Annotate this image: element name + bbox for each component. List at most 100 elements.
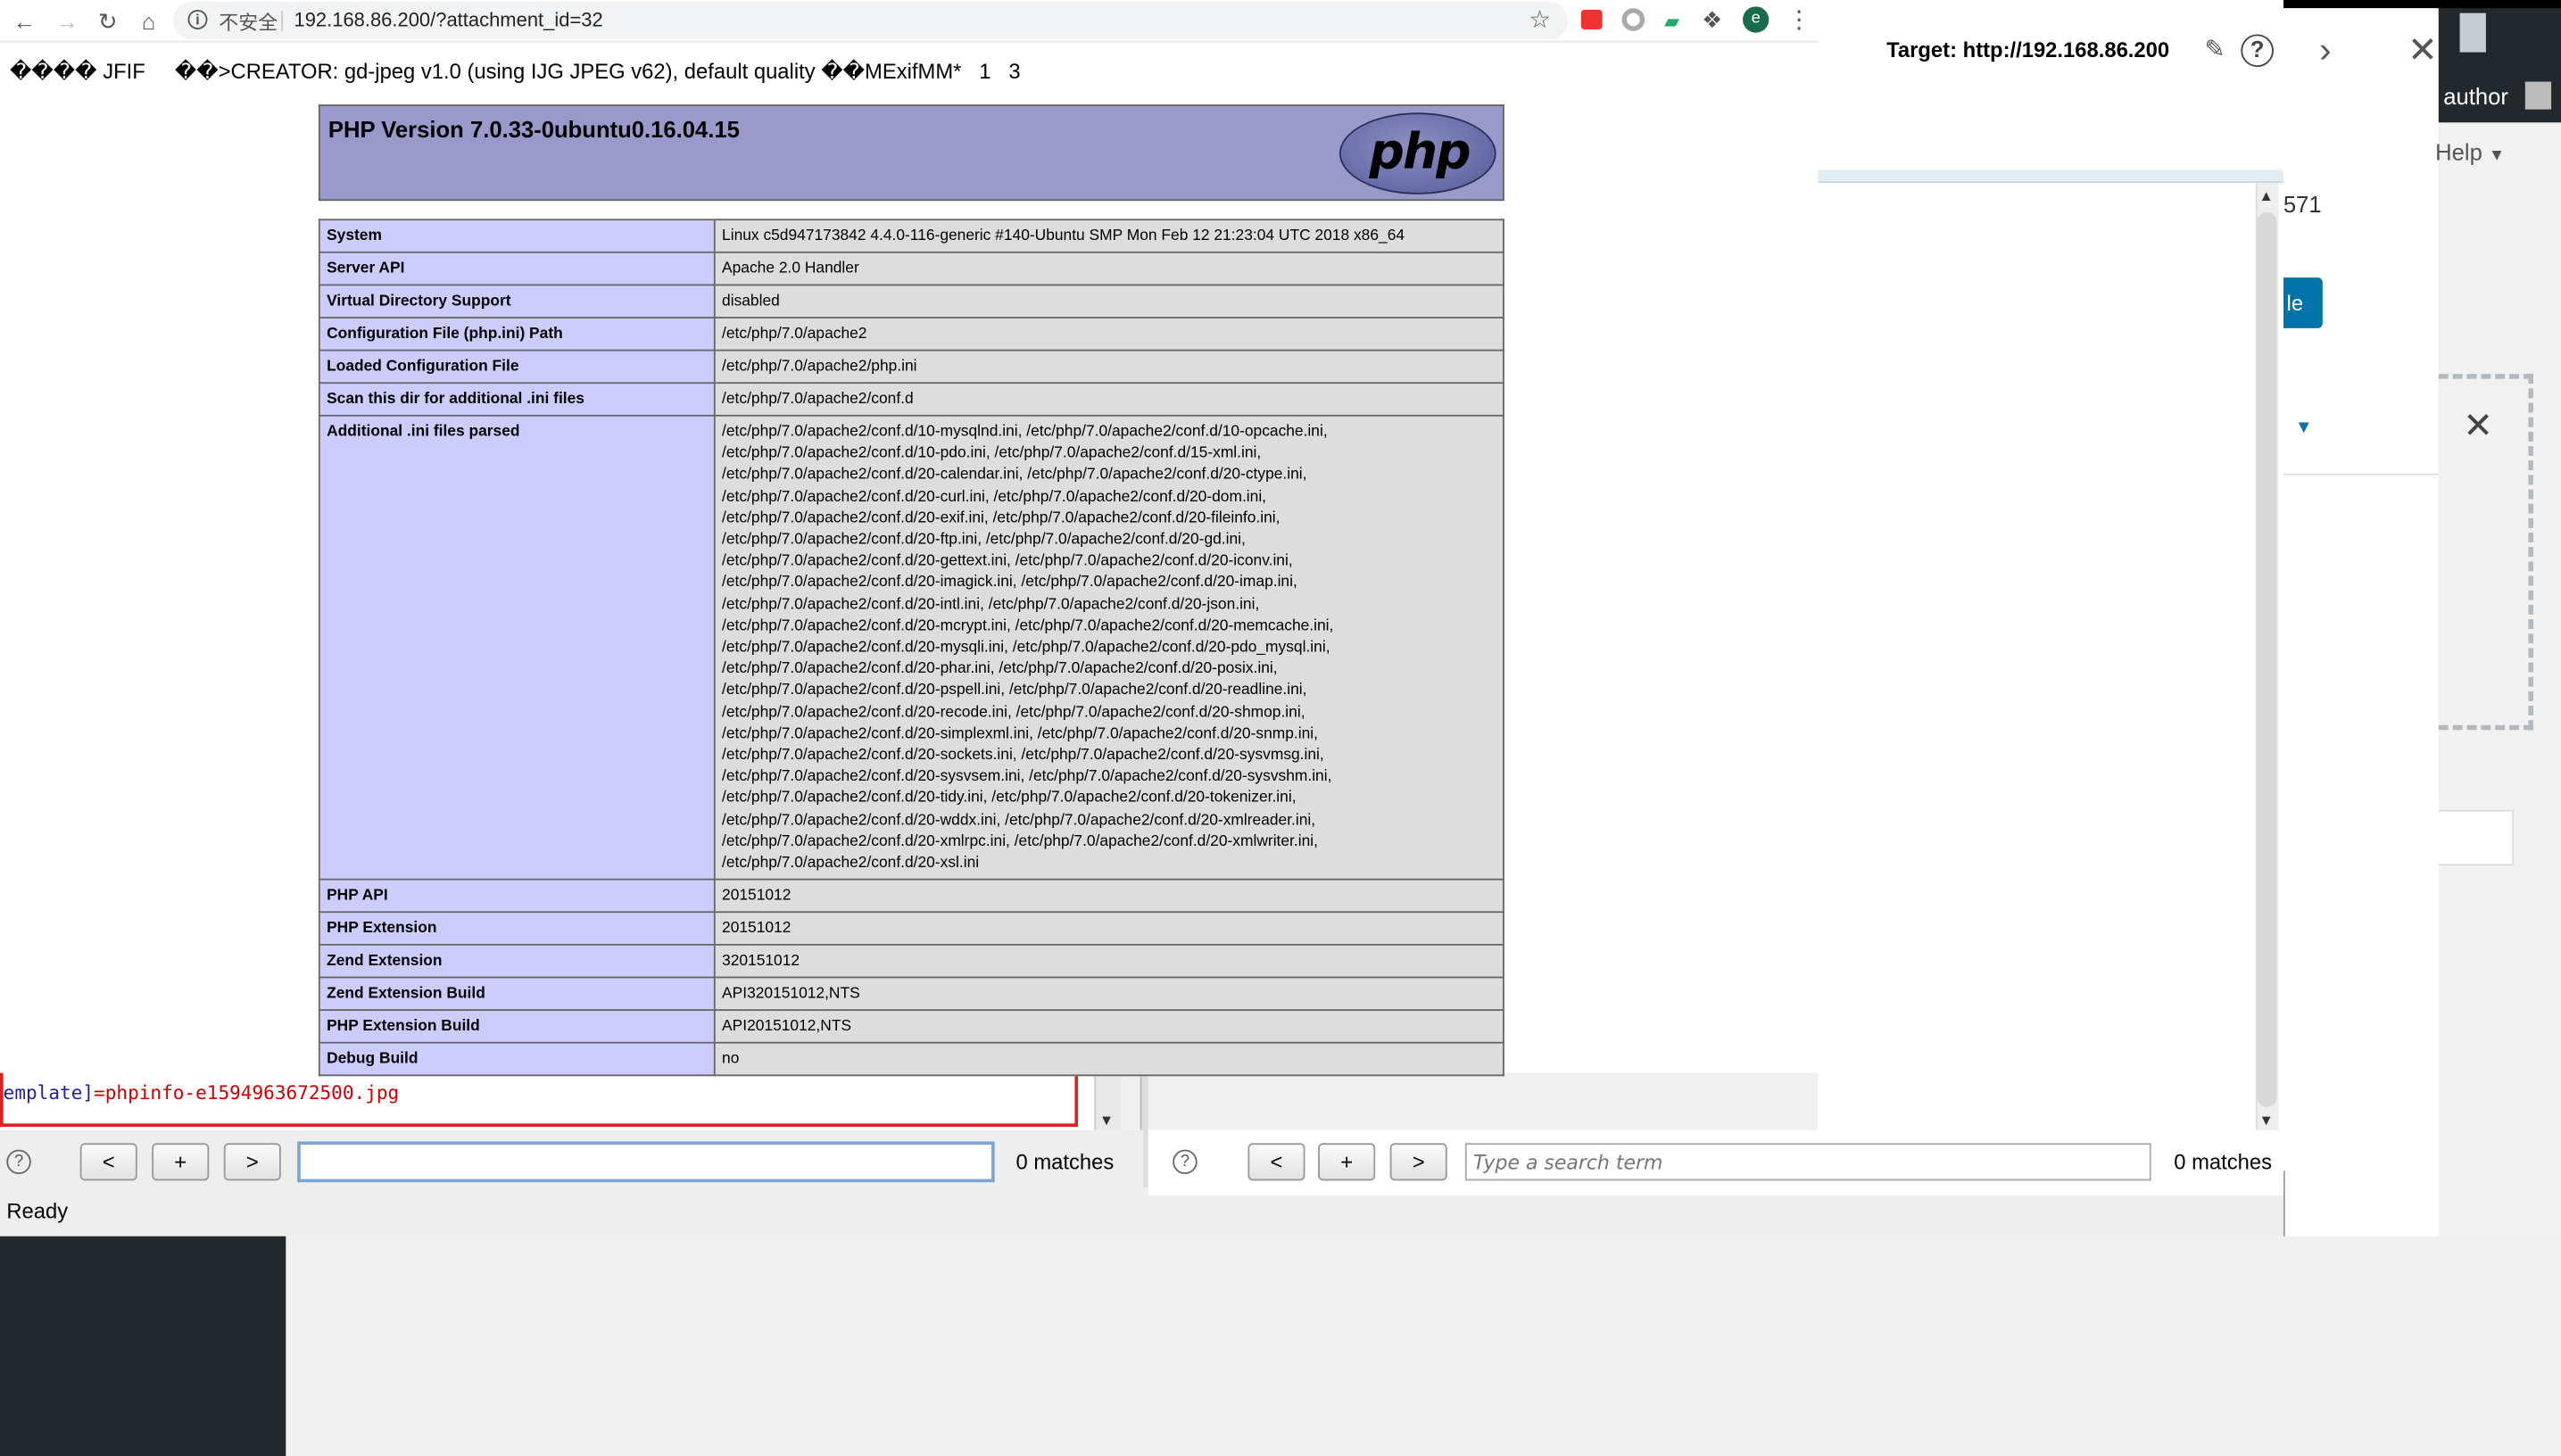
close-icon[interactable]: ✕ [2463, 405, 2493, 448]
row-key: PHP Extension [318, 911, 716, 947]
row-value: /etc/php/7.0/apache2/php.ini [713, 349, 1504, 385]
scroll-down-arrow-icon[interactable]: ▼ [1099, 1113, 1114, 1129]
scrollbar-thumb[interactable] [2257, 211, 2277, 1108]
extension-icon[interactable]: ▰ [1664, 10, 1679, 33]
scroll-down-arrow-icon[interactable]: ▼ [2258, 1113, 2273, 1129]
row-key: Zend Extension Build [318, 977, 716, 1012]
row-value: API320151012,NTS [713, 977, 1504, 1012]
row-key: Virtual Directory Support [318, 284, 716, 318]
chevron-right-icon[interactable]: › [2319, 29, 2331, 72]
row-key: Scan this dir for additional .ini files [318, 382, 716, 417]
next-match-button[interactable]: > [223, 1143, 281, 1181]
row-value: Apache 2.0 Handler [713, 251, 1504, 286]
target-label: Target: [1886, 37, 1958, 62]
table-row: Zend Extension 320151012 [318, 944, 1504, 979]
row-value: 320151012 [713, 944, 1504, 979]
next-match-button[interactable]: > [1389, 1143, 1447, 1181]
url-text[interactable]: 192.168.86.200/?attachment_id=32 [294, 8, 602, 31]
previous-match-button[interactable]: < [79, 1143, 137, 1181]
back-arrow-icon[interactable]: ← [10, 6, 39, 36]
menu-dots-icon[interactable]: ⋮ [1786, 4, 1811, 34]
row-key: Configuration File (php.ini) Path [318, 317, 716, 352]
reload-icon[interactable]: ↻ [93, 6, 122, 36]
status-bar-edge [2283, 1171, 2290, 1237]
row-value: disabled [713, 284, 1504, 318]
wp-text-input[interactable] [2438, 809, 2514, 866]
row-value: /etc/php/7.0/apache2/conf.d/10-mysqlnd.i… [713, 414, 1504, 881]
burp-separator [1818, 170, 2283, 184]
desktop-dark-area [0, 1236, 286, 1456]
profile-avatar[interactable]: e [1743, 6, 1769, 33]
dropdown-arrow-icon[interactable]: ▼ [2295, 418, 2313, 438]
row-value: API20151012,NTS [713, 1009, 1504, 1045]
row-key: Debug Build [318, 1042, 716, 1077]
request-param-name: emplate] [3, 1080, 95, 1104]
row-key: Additional .ini files parsed [318, 414, 716, 881]
extension-icon[interactable] [1580, 9, 1603, 29]
table-row: Virtual Directory Support disabled [318, 284, 1504, 318]
row-value: 20151012 [713, 879, 1504, 914]
help-icon[interactable]: ? [2241, 34, 2274, 68]
row-key: Server API [318, 251, 716, 286]
table-row: Additional .ini files parsed/etc/php/7.0… [318, 414, 1504, 881]
help-icon[interactable]: ? [1173, 1149, 1198, 1175]
table-row: PHP Extension Build API20151012,NTS [318, 1009, 1504, 1045]
table-row: System Linux c5d947173842 4.4.0-116-gener… [318, 219, 1504, 253]
request-param-value: =phpinfo-e1594963672500.jpg [94, 1080, 400, 1104]
burp-response-text[interactable] [1818, 183, 2256, 1130]
wp-help-tab[interactable]: Help ▼ [2435, 139, 2505, 165]
target-url: http://192.168.86.200 [1962, 37, 2170, 62]
extensions-puzzle-icon[interactable]: ❖ [1702, 6, 1722, 34]
table-row: PHP Extension 20151012 [318, 911, 1504, 947]
forward-arrow-icon[interactable]: → [53, 6, 82, 36]
burp-target: Target: http://192.168.86.200 [1886, 37, 2169, 62]
wp-number-fragment: 571 [2283, 191, 2322, 218]
row-key: PHP Extension Build [318, 1009, 716, 1045]
caret-down-icon: ▼ [2488, 146, 2506, 165]
user-avatar-icon[interactable] [2524, 81, 2552, 110]
table-row: Configuration File (php.ini) Path/etc/ph… [318, 317, 1504, 352]
close-icon[interactable]: ✕ [2408, 29, 2438, 72]
php-logo-text: php [1369, 124, 1471, 182]
bookmark-star-icon[interactable]: ☆ [1529, 4, 1551, 34]
table-row: Zend Extension Build API320151012,NTS [318, 977, 1504, 1012]
scroll-up-arrow-icon[interactable]: ▲ [2258, 187, 2273, 203]
info-icon[interactable]: i [187, 9, 208, 29]
row-key: Loaded Configuration File [318, 349, 716, 385]
row-value: Linux c5d947173842 4.4.0-116-generic #14… [713, 219, 1504, 253]
search-options-button[interactable]: + [1318, 1143, 1376, 1181]
help-icon[interactable]: ? [6, 1149, 31, 1175]
row-value: /etc/php/7.0/apache2/conf.d [713, 382, 1504, 417]
response-search-input[interactable] [1464, 1143, 2151, 1181]
search-options-button[interactable]: + [152, 1143, 210, 1181]
phpinfo-table: System Linux c5d947173842 4.4.0-116-gener… [318, 219, 1504, 1077]
table-row: Server API Apache 2.0 Handler [318, 251, 1504, 286]
wp-primary-button[interactable]: le [2283, 277, 2323, 328]
previous-match-button[interactable]: < [1247, 1143, 1305, 1181]
wp-author-name[interactable]: author [2443, 83, 2508, 109]
table-row: Debug Build no [318, 1042, 1504, 1077]
match-count: 0 matches [1015, 1149, 1115, 1175]
wp-admin-bar-strip [2283, 0, 2561, 9]
home-icon[interactable]: ⌂ [134, 6, 163, 36]
wp-blurred-avatar [2459, 12, 2486, 53]
extension-icon[interactable] [1621, 8, 1645, 31]
url-separator: | [278, 6, 286, 31]
php-version-title: PHP Version 7.0.33-0ubuntu0.16.04.15 [327, 115, 740, 143]
table-row: PHP API 20151012 [318, 879, 1504, 914]
request-search-input[interactable] [297, 1141, 995, 1183]
raw-image-bytes-text: ���� JFIF ��>CREATOR: gd-jpeg v1.0 (usin… [9, 58, 1021, 84]
table-row: Loaded Configuration File/etc/php/7.0/ap… [318, 349, 1504, 385]
row-value: /etc/php/7.0/apache2 [713, 317, 1504, 352]
wp-divider [2283, 473, 2439, 476]
row-value: 20151012 [713, 911, 1504, 947]
row-key: PHP API [318, 879, 716, 914]
insecure-label[interactable]: 不安全 [219, 8, 278, 36]
php-logo[interactable]: php [1339, 112, 1496, 194]
row-value: no [713, 1042, 1504, 1077]
pencil-icon[interactable]: ✎ [2200, 36, 2230, 65]
request-line[interactable]: emplate]=phpinfo-e1594963672500.jpg [4, 1081, 400, 1104]
status-text: Ready [6, 1198, 69, 1223]
phpinfo-header: PHP Version 7.0.33-0ubuntu0.16.04.15 php [318, 104, 1504, 202]
table-row: Scan this dir for additional .ini files /… [318, 382, 1504, 417]
